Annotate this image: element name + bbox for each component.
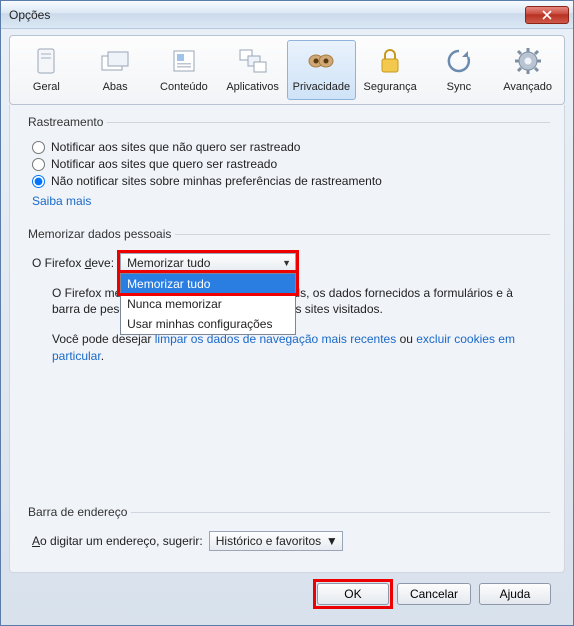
chevron-down-icon: ▼	[282, 258, 291, 268]
tab-tabs[interactable]: Abas	[81, 40, 150, 100]
tab-general[interactable]: Geral	[12, 40, 81, 100]
cancel-button[interactable]: Cancelar	[397, 583, 471, 605]
addressbar-suggest-label: Ao digitar um endereço, sugerir:	[32, 534, 203, 548]
tab-label: Avançado	[503, 81, 552, 93]
radio-track[interactable]	[32, 158, 45, 171]
privacy-panel: Rastreamento Notificar aos sites que não…	[9, 105, 565, 573]
ok-button[interactable]: OK	[317, 583, 389, 605]
window-title: Opções	[9, 8, 525, 22]
privacy-icon	[305, 45, 337, 77]
history-mode-select-wrap: Memorizar tudo ▼ Memorizar tudo Nunca me…	[120, 253, 296, 273]
history-wish: Você pode desejar limpar os dados de nav…	[52, 331, 542, 363]
tab-content[interactable]: Conteúdo	[150, 40, 219, 100]
tracking-group: Rastreamento Notificar aos sites que não…	[24, 115, 550, 221]
chevron-down-icon: ▼	[326, 534, 338, 548]
tab-label: Geral	[33, 81, 60, 93]
select-value: Histórico e favoritos	[216, 534, 321, 548]
history-mode-dropdown: Memorizar tudo Nunca memorizar Usar minh…	[120, 273, 296, 335]
addressbar-group: Barra de endereço Ao digitar um endereço…	[24, 505, 550, 564]
addressbar-suggest-select[interactable]: Histórico e favoritos ▼	[209, 531, 343, 551]
tab-sync[interactable]: Sync	[425, 40, 494, 100]
gear-icon	[512, 45, 544, 77]
general-icon	[30, 45, 62, 77]
content-icon	[168, 45, 200, 77]
history-mode-select[interactable]: Memorizar tudo ▼	[120, 253, 296, 273]
help-button[interactable]: Ajuda	[479, 583, 551, 605]
tracking-opt-none[interactable]: Não notificar sites sobre minhas preferê…	[32, 174, 550, 188]
tab-applications[interactable]: Aplicativos	[218, 40, 287, 100]
dropdown-option[interactable]: Usar minhas configurações	[121, 314, 295, 334]
radio-label: Notificar aos sites que quero ser rastre…	[51, 157, 277, 171]
tracking-opt-no-track[interactable]: Notificar aos sites que não quero ser ra…	[32, 140, 550, 154]
select-value: Memorizar tudo	[127, 256, 210, 270]
content-area: Geral Abas Conteúdo Aplicativos Privacid…	[1, 29, 573, 625]
tab-advanced[interactable]: Avançado	[493, 40, 562, 100]
history-group: Memorizar dados pessoais O Firefox deve:…	[24, 227, 550, 374]
tab-label: Aplicativos	[226, 81, 279, 93]
close-icon	[542, 10, 552, 20]
radio-label: Não notificar sites sobre minhas preferê…	[51, 174, 382, 188]
lock-icon	[374, 45, 406, 77]
dialog-buttons: OK Cancelar Ajuda	[9, 573, 565, 617]
history-legend: Memorizar dados pessoais	[24, 227, 175, 241]
sync-icon	[443, 45, 475, 77]
dropdown-option[interactable]: Nunca memorizar	[121, 294, 295, 314]
titlebar: Opções	[1, 1, 573, 29]
tab-label: Segurança	[364, 81, 417, 93]
dropdown-option[interactable]: Memorizar tudo	[121, 274, 295, 294]
radio-label: Notificar aos sites que não quero ser ra…	[51, 140, 300, 154]
tab-label: Sync	[447, 81, 471, 93]
tab-label: Conteúdo	[160, 81, 208, 93]
tracking-learn-more-link[interactable]: Saiba mais	[32, 194, 91, 208]
close-button[interactable]	[525, 6, 569, 24]
applications-icon	[237, 45, 269, 77]
tracking-opt-track[interactable]: Notificar aos sites que quero ser rastre…	[32, 157, 550, 171]
tab-label: Abas	[103, 81, 128, 93]
tabs-icon	[99, 45, 131, 77]
category-toolbar: Geral Abas Conteúdo Aplicativos Privacid…	[9, 35, 565, 105]
options-window: Opções Geral Abas Conteúdo Aplicativos	[0, 0, 574, 626]
tab-security[interactable]: Segurança	[356, 40, 425, 100]
tracking-legend: Rastreamento	[24, 115, 107, 129]
radio-none[interactable]	[32, 175, 45, 188]
addressbar-legend: Barra de endereço	[24, 505, 131, 519]
tab-privacy[interactable]: Privacidade	[287, 40, 356, 100]
history-mode-label: O Firefox deve:	[32, 256, 114, 270]
tab-label: Privacidade	[293, 81, 350, 93]
radio-no-track[interactable]	[32, 141, 45, 154]
